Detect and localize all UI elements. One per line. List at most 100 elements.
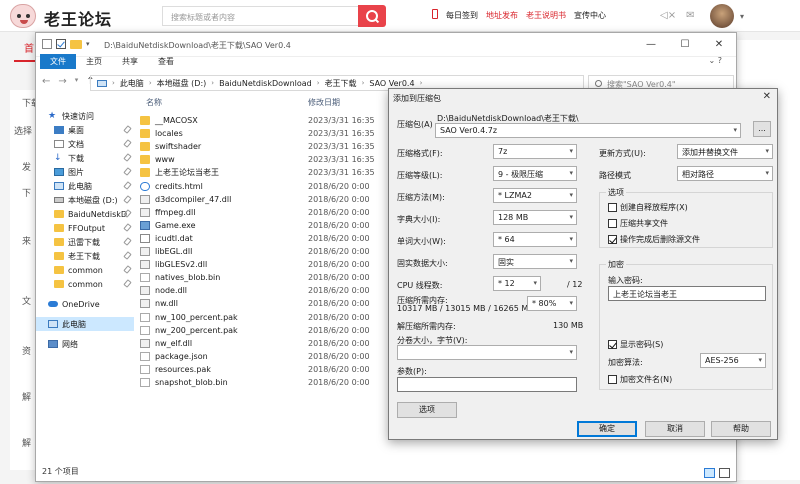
chevron-down-icon[interactable]: ▾ — [86, 40, 90, 48]
pin-icon[interactable] — [123, 125, 132, 134]
breadcrumb-laowang[interactable]: 老王下载 — [325, 78, 357, 89]
forward-arrow-icon[interactable]: → — [58, 76, 66, 87]
encrypt-names-checkbox[interactable]: 加密文件名(N) — [608, 374, 672, 385]
breadcrumb-sao[interactable]: SAO Ver0.4 — [369, 79, 414, 88]
pin-icon[interactable] — [123, 167, 132, 176]
pin-icon[interactable] — [123, 251, 132, 260]
avatar[interactable] — [710, 4, 734, 28]
nav-common-1[interactable]: common — [36, 263, 134, 277]
checkbox-checked-icon — [608, 340, 617, 349]
level-select[interactable]: 9 - 极限压缩 ▾ — [493, 166, 577, 181]
pin-icon[interactable] — [123, 237, 132, 246]
pin-icon[interactable] — [123, 139, 132, 148]
nav-ffoutput[interactable]: FFOutput — [36, 221, 134, 235]
chevron-down-icon[interactable]: ▾ — [740, 12, 744, 21]
bg-nav-home[interactable]: 首 — [24, 40, 34, 55]
nav-this-pc-quick[interactable]: 此电脑 — [36, 179, 134, 193]
site-link-checkin[interactable]: 每日签到 — [446, 10, 478, 21]
nav-xunlei[interactable]: 迅雷下载 — [36, 235, 134, 249]
breadcrumb-baidu[interactable]: BaiduNetdiskDownload — [219, 79, 312, 88]
ribbon-expand-icon[interactable]: ⌄ ? — [709, 56, 723, 65]
column-header-date[interactable]: 修改日期 — [308, 97, 340, 108]
nav-onedrive[interactable]: OneDrive — [36, 297, 134, 311]
show-password-checkbox[interactable]: 显示密码(S) — [608, 339, 663, 350]
pin-icon[interactable] — [123, 153, 132, 162]
site-link-address[interactable]: 地址发布 — [486, 10, 518, 21]
window-menu-icon[interactable] — [42, 39, 52, 49]
pin-icon[interactable] — [123, 265, 132, 274]
update-select[interactable]: 添加并替换文件 ▾ — [677, 144, 773, 159]
password-label: 输入密码: — [608, 276, 643, 285]
details-view-icon[interactable] — [704, 468, 715, 478]
nav-laowang[interactable]: 老王下载 — [36, 249, 134, 263]
site-link-manual[interactable]: 老王说明书 — [526, 10, 566, 21]
nav-downloads[interactable]: ↓ 下载 — [36, 151, 134, 165]
params-input[interactable] — [397, 377, 577, 392]
tab-view[interactable]: 查看 — [148, 54, 184, 69]
bg-nav-underline — [14, 60, 36, 62]
ok-button[interactable]: 确定 — [577, 421, 637, 437]
nav-this-pc[interactable]: 此电脑 — [36, 317, 134, 331]
file-name: natives_blob.bin — [155, 273, 221, 283]
site-name[interactable]: 老王论坛 — [44, 6, 112, 30]
pin-icon[interactable] — [123, 181, 132, 190]
nav-baidu[interactable]: BaiduNetdiskD — [36, 207, 134, 221]
cancel-button[interactable]: 取消 — [645, 421, 705, 437]
site-logo-icon[interactable] — [10, 4, 36, 28]
nav-drive-d[interactable]: 本地磁盘 (D:) — [36, 193, 134, 207]
mail-icon[interactable]: ✉ — [686, 10, 694, 21]
pin-icon[interactable] — [123, 195, 132, 204]
solid-select[interactable]: 固实 ▾ — [493, 254, 577, 269]
site-link-promo[interactable]: 宣传中心 — [574, 10, 606, 21]
new-folder-icon[interactable] — [70, 39, 82, 49]
sfx-checkbox[interactable]: 创建自释放程序(X) — [608, 202, 688, 213]
options-button[interactable]: 选项 — [397, 402, 457, 418]
chevron-right-icon: › — [419, 79, 423, 87]
password-input[interactable]: 上老王论坛当老王 — [608, 286, 766, 301]
bg-text-xia: 下 — [22, 189, 32, 199]
pin-icon[interactable] — [123, 223, 132, 232]
tab-file[interactable]: 文件 — [40, 54, 76, 69]
properties-icon[interactable] — [56, 39, 66, 49]
method-select[interactable]: * LZMA2 ▾ — [493, 188, 577, 203]
breadcrumb-pc[interactable]: 此电脑 — [120, 78, 144, 89]
cpu-select[interactable]: * 12 ▾ — [493, 276, 541, 291]
chevron-down-icon: ▾ — [569, 147, 573, 155]
large-icons-view-icon[interactable] — [719, 468, 730, 478]
nav-pictures[interactable]: 图片 — [36, 165, 134, 179]
tab-share[interactable]: 共享 — [112, 54, 148, 69]
tab-home[interactable]: 主页 — [76, 54, 112, 69]
path-select[interactable]: 相对路径 ▾ — [677, 166, 773, 181]
file-name: 上老王论坛当老王 — [155, 168, 219, 178]
shared-checkbox[interactable]: 压缩共享文件 — [608, 218, 668, 229]
nav-network[interactable]: 网络 — [36, 337, 134, 351]
split-select[interactable]: ▾ — [397, 345, 577, 360]
help-button[interactable]: 帮助 — [711, 421, 771, 437]
mute-icon[interactable]: ◁× — [660, 10, 676, 21]
enc-method-select[interactable]: AES-256 ▾ — [700, 353, 766, 368]
file-name: libGLESv2.dll — [155, 260, 208, 270]
dict-select[interactable]: 128 MB ▾ — [493, 210, 577, 225]
back-arrow-icon[interactable]: ← — [42, 76, 50, 87]
delete-checkbox[interactable]: 操作完成后删除源文件 — [608, 234, 700, 245]
nav-documents[interactable]: 文档 — [36, 137, 134, 151]
browse-button[interactable]: ... — [753, 121, 771, 137]
mem-percent-select[interactable]: * 80% ▾ — [527, 296, 577, 311]
site-search-button[interactable] — [358, 5, 386, 27]
nav-common-2[interactable]: common — [36, 277, 134, 291]
file-name: locales — [155, 129, 183, 139]
site-search-input[interactable]: 搜索标题或者内容 — [162, 6, 358, 26]
format-select[interactable]: 7z ▾ — [493, 144, 577, 159]
breadcrumb-drive[interactable]: 本地磁盘 (D:) — [157, 78, 207, 89]
close-icon[interactable]: ✕ — [763, 91, 771, 102]
word-select[interactable]: * 64 ▾ — [493, 232, 577, 247]
pin-icon[interactable] — [123, 279, 132, 288]
column-header-name[interactable]: 名称 — [146, 97, 162, 108]
chevron-right-icon: › — [361, 79, 365, 87]
nav-quick-access[interactable]: ★ 快速访问 — [36, 109, 134, 123]
file-name: libEGL.dll — [155, 247, 193, 256]
nav-desktop[interactable]: 桌面 — [36, 123, 134, 137]
options-group-title: 选项 — [606, 187, 626, 198]
archive-name-combo[interactable]: SAO Ver0.4.7z ▾ — [435, 123, 741, 138]
recent-chevron-icon[interactable]: ▾ — [75, 76, 79, 87]
